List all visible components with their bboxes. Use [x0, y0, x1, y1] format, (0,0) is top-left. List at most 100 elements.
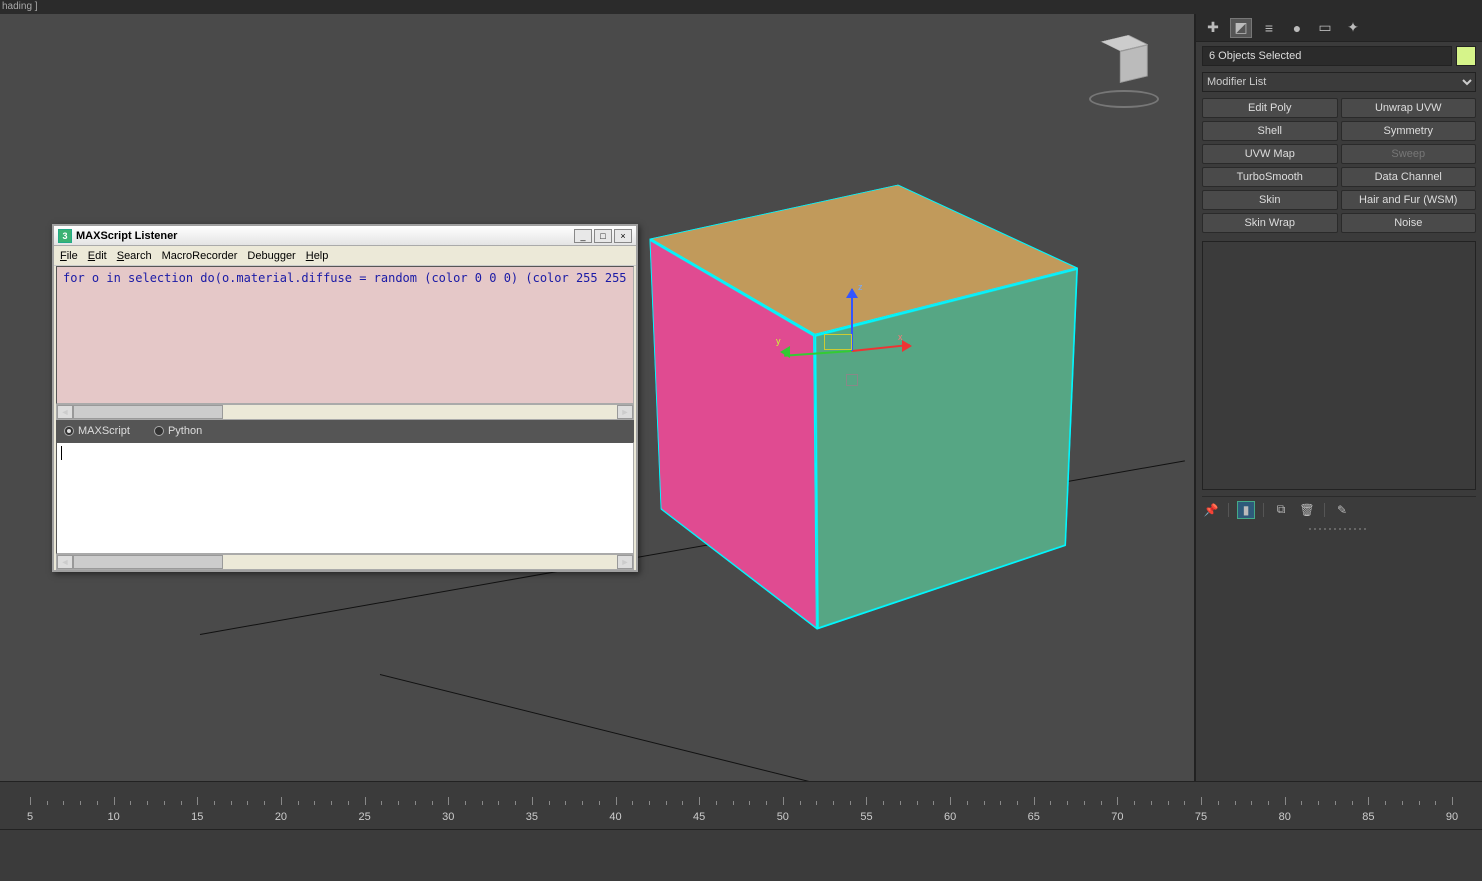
radio-off-icon — [154, 426, 164, 436]
tab-display-icon[interactable]: ▭ — [1314, 18, 1336, 38]
show-end-result-icon[interactable]: ▮ — [1237, 501, 1255, 519]
scrollbar-left-arrow[interactable]: ◄ — [57, 555, 73, 569]
gizmo-arrow-y[interactable] — [780, 346, 790, 358]
viewcube-orbit-ring[interactable] — [1089, 90, 1159, 108]
timeline-tick-label: 85 — [1362, 811, 1374, 823]
timeline-tick — [63, 801, 64, 805]
panel-drag-handle[interactable] — [1196, 524, 1482, 534]
timeline-tick-label: 75 — [1195, 811, 1207, 823]
timeline-tick — [800, 801, 801, 805]
transform-gizmo[interactable]: x y z — [852, 350, 853, 351]
listener-input-scrollbar[interactable]: ◄ ► — [56, 554, 634, 570]
timeline-tick — [1034, 797, 1035, 805]
listener-menu-file[interactable]: File — [60, 250, 78, 262]
timeline-tick — [331, 801, 332, 805]
timeline-tick — [1134, 801, 1135, 805]
make-unique-icon[interactable]: ⧉ — [1272, 501, 1290, 519]
listener-menu-help[interactable]: Help — [306, 250, 329, 262]
tab-create-icon[interactable]: ✚ — [1202, 18, 1224, 38]
modifier-sweep-button[interactable]: Sweep — [1341, 144, 1477, 164]
timeline-tick — [247, 801, 248, 805]
listener-menu-edit[interactable]: Edit — [88, 250, 107, 262]
timeline-tick-label: 5 — [27, 811, 33, 823]
viewport-perspective[interactable]: x y z 3 MAXScript Listener — [0, 14, 1195, 781]
listener-menu-macro[interactable]: MacroRecorder — [162, 250, 238, 262]
modifier-turbosmooth-button[interactable]: TurboSmooth — [1202, 167, 1338, 187]
listener-lang-maxscript[interactable]: MAXScript — [64, 425, 130, 437]
timeline-tick — [264, 801, 265, 805]
viewcube-face-front[interactable] — [1120, 44, 1148, 83]
timeline-tick — [900, 801, 901, 805]
timeline-tick — [766, 801, 767, 805]
listener-input-pane[interactable] — [56, 442, 634, 554]
modifier-data-channel-button[interactable]: Data Channel — [1341, 167, 1477, 187]
scrollbar-left-arrow[interactable]: ◄ — [57, 405, 73, 419]
listener-close-button[interactable]: × — [614, 229, 632, 243]
remove-modifier-icon[interactable]: 🗑 — [1298, 501, 1316, 519]
timeline-tick — [1435, 801, 1436, 805]
timeline-tick — [515, 801, 516, 805]
configure-modifier-sets-icon[interactable]: ✎ — [1333, 501, 1351, 519]
scrollbar-thumb[interactable] — [73, 555, 223, 569]
timeline-tick — [281, 797, 282, 805]
listener-titlebar[interactable]: 3 MAXScript Listener _ □ × — [54, 226, 636, 246]
tab-hierarchy-icon[interactable]: ≡ — [1258, 18, 1280, 38]
timeline-tick — [30, 797, 31, 805]
timeline-tick — [465, 801, 466, 805]
scrollbar-track[interactable] — [73, 405, 617, 419]
timeline-tick — [532, 797, 533, 805]
timeline-ruler[interactable]: 51015202530354045505560657075808590 — [0, 786, 1482, 830]
timeline-tick-label: 45 — [693, 811, 705, 823]
timeline-tick — [365, 797, 366, 805]
timeline-tick — [214, 801, 215, 805]
object-color-swatch[interactable] — [1456, 46, 1476, 66]
timeline[interactable]: 51015202530354045505560657075808590 — [0, 781, 1482, 881]
modifier-skin-button[interactable]: Skin — [1202, 190, 1338, 210]
scrollbar-track[interactable] — [73, 555, 617, 569]
gizmo-arrow-x[interactable] — [902, 340, 912, 352]
tab-motion-icon[interactable]: ● — [1286, 18, 1308, 38]
listener-output-pane[interactable]: for o in selection do(o.material.diffuse… — [56, 266, 634, 404]
timeline-tick — [1385, 801, 1386, 805]
gizmo-arrow-z[interactable] — [846, 288, 858, 298]
timeline-tick — [984, 801, 985, 805]
timeline-tick — [649, 801, 650, 805]
listener-menu-debugger[interactable]: Debugger — [247, 250, 295, 262]
gizmo-plane-xy[interactable] — [824, 334, 852, 350]
timeline-tick-label: 25 — [358, 811, 370, 823]
listener-lang-python[interactable]: Python — [154, 425, 202, 437]
scrollbar-right-arrow[interactable]: ► — [617, 555, 633, 569]
modifier-uvw-map-button[interactable]: UVW Map — [1202, 144, 1338, 164]
listener-output-scrollbar[interactable]: ◄ ► — [56, 404, 634, 420]
timeline-tick — [816, 801, 817, 805]
timeline-tick — [1352, 801, 1353, 805]
tab-utilities-icon[interactable]: ✦ — [1342, 18, 1364, 38]
modifier-hair-fur-button[interactable]: Hair and Fur (WSM) — [1341, 190, 1477, 210]
viewcube[interactable] — [1084, 34, 1164, 114]
timeline-tick-label: 65 — [1028, 811, 1040, 823]
modifier-stack[interactable] — [1202, 241, 1476, 490]
timeline-tick — [114, 797, 115, 805]
modifier-skin-wrap-button[interactable]: Skin Wrap — [1202, 213, 1338, 233]
scrollbar-right-arrow[interactable]: ► — [617, 405, 633, 419]
modifier-shell-button[interactable]: Shell — [1202, 121, 1338, 141]
modifier-edit-poly-button[interactable]: Edit Poly — [1202, 98, 1338, 118]
scrollbar-thumb[interactable] — [73, 405, 223, 419]
timeline-tick — [298, 801, 299, 805]
modifier-unwrap-uvw-button[interactable]: Unwrap UVW — [1341, 98, 1477, 118]
gizmo-label-y: y — [776, 336, 781, 346]
listener-maximize-button[interactable]: □ — [594, 229, 612, 243]
tab-modify-icon[interactable]: ◩ — [1230, 18, 1252, 38]
pin-stack-icon[interactable]: 📌 — [1202, 501, 1220, 519]
timeline-tick — [1218, 801, 1219, 805]
modifier-noise-button[interactable]: Noise — [1341, 213, 1477, 233]
modifier-symmetry-button[interactable]: Symmetry — [1341, 121, 1477, 141]
listener-menu-search[interactable]: Search — [117, 250, 152, 262]
maxscript-listener-window[interactable]: 3 MAXScript Listener _ □ × File Edit Sea… — [52, 224, 638, 572]
gizmo-center-handle[interactable] — [846, 374, 858, 386]
listener-language-bar: MAXScript Python — [56, 420, 634, 442]
listener-minimize-button[interactable]: _ — [574, 229, 592, 243]
timeline-tick — [1084, 801, 1085, 805]
modifier-list-dropdown[interactable]: Modifier List — [1202, 72, 1476, 92]
selection-name-field[interactable]: 6 Objects Selected — [1202, 46, 1452, 66]
